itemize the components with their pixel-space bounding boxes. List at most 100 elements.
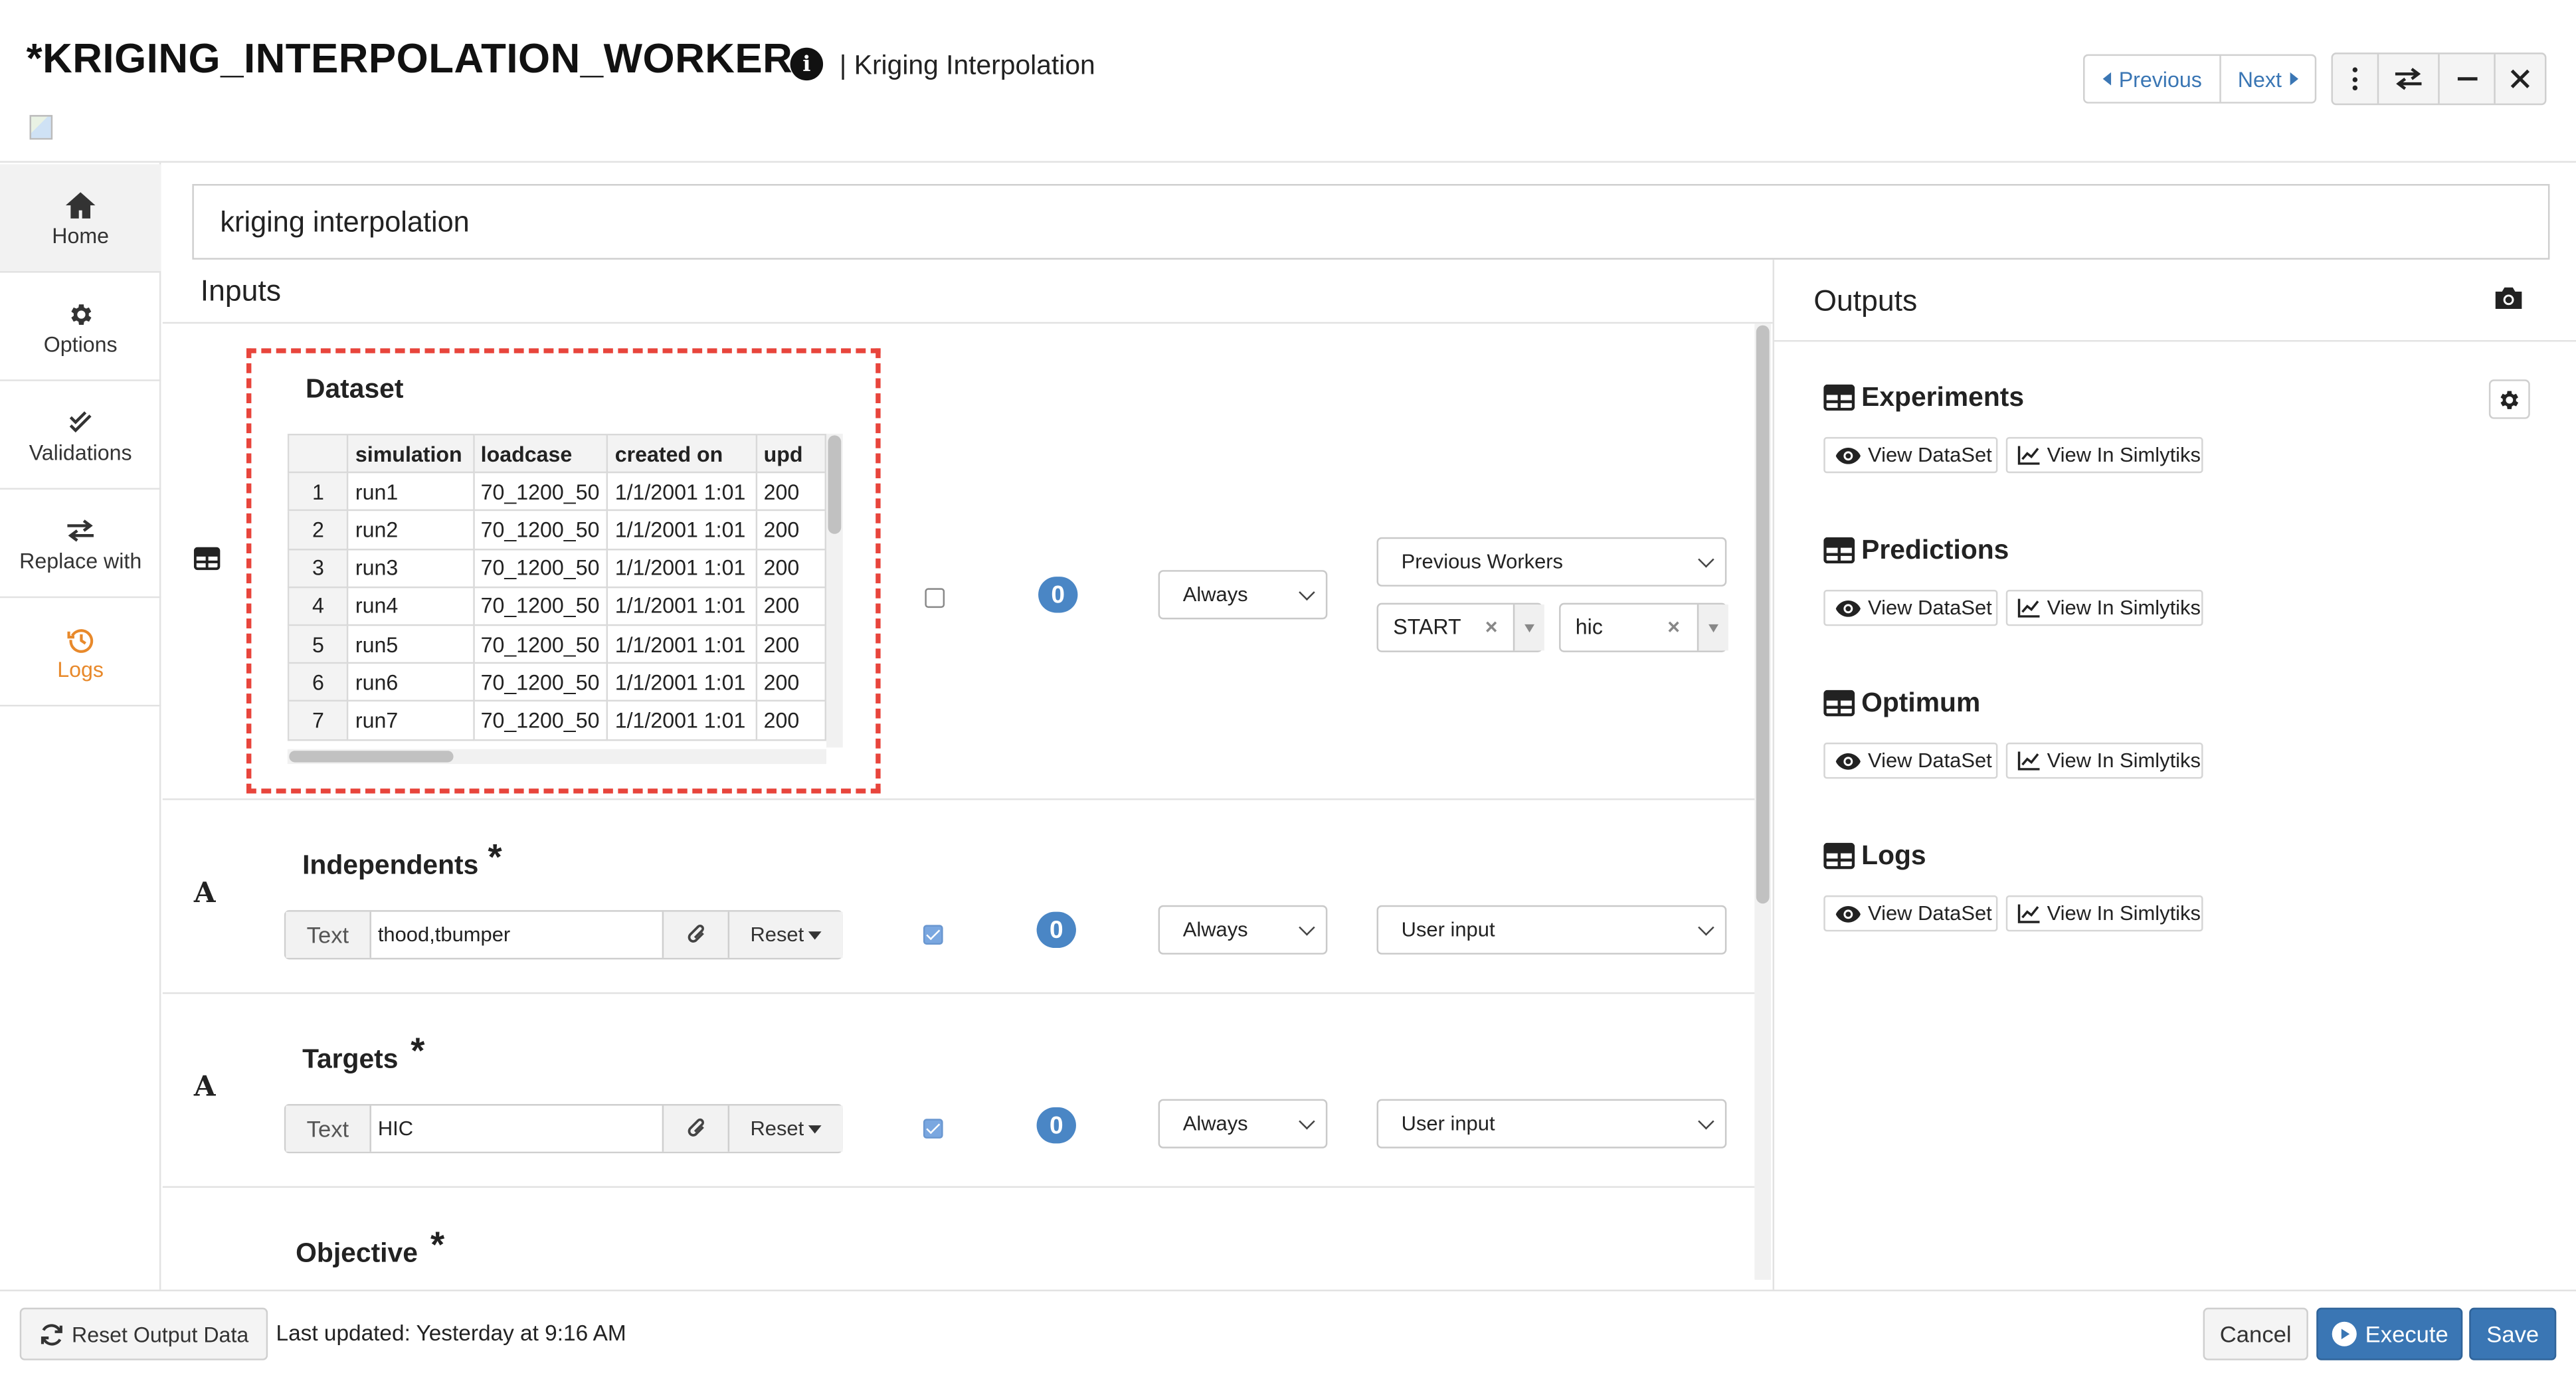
more-options-button[interactable]: [2333, 54, 2377, 104]
table-cell[interactable]: 1/1/2001 1:01: [606, 472, 757, 512]
table-row[interactable]: 7 run7 70_1200_50 1/1/2001 1:01 200: [287, 700, 827, 741]
close-button[interactable]: [2496, 54, 2545, 104]
info-icon[interactable]: i: [790, 47, 824, 81]
attach-button[interactable]: [662, 911, 730, 958]
targets-input[interactable]: HIC: [378, 1117, 413, 1141]
table-cell[interactable]: 200: [755, 509, 827, 550]
view-in-simlytiks-button[interactable]: View In Simlytiks: [2005, 436, 2203, 474]
clear-icon[interactable]: ×: [1667, 614, 1680, 639]
table-cell[interactable]: 1/1/2001 1:01: [606, 700, 757, 741]
table-cell[interactable]: 1/1/2001 1:01: [606, 624, 757, 664]
table-vertical-thumb[interactable]: [828, 435, 842, 534]
history-icon: [66, 628, 92, 652]
worker-tag-select-2[interactable]: hic ×: [1559, 602, 1728, 652]
table-row[interactable]: 2 run2 70_1200_50 1/1/2001 1:01 200: [287, 509, 827, 550]
sidebar-item-logs[interactable]: Logs: [0, 598, 161, 707]
table-row[interactable]: 1 run1 70_1200_50 1/1/2001 1:01 200: [287, 472, 827, 512]
view-dataset-button[interactable]: View DataSet: [1823, 436, 1998, 474]
table-cell[interactable]: 200: [755, 700, 827, 741]
table-cell[interactable]: run3: [347, 547, 474, 588]
dataset-checkbox[interactable]: [925, 588, 945, 608]
targets-source-select[interactable]: User input: [1376, 1099, 1727, 1149]
dataset-table: simulation loadcase created on upd 1 run1…: [287, 433, 827, 741]
independents-mode-select[interactable]: Always: [1158, 905, 1328, 955]
view-in-simlytiks-button[interactable]: View In Simlytiks: [2005, 895, 2203, 932]
execute-label: Execute: [2365, 1321, 2448, 1348]
next-button[interactable]: Next: [2221, 56, 2315, 102]
table-horizontal-thumb[interactable]: [289, 751, 454, 763]
reset-dropdown-button[interactable]: Reset: [727, 1105, 843, 1152]
table-cell[interactable]: 1/1/2001 1:01: [606, 509, 757, 550]
table-cell[interactable]: 200: [755, 472, 827, 512]
dataset-source-select[interactable]: Previous Workers: [1376, 537, 1727, 587]
view-dataset-button[interactable]: View DataSet: [1823, 895, 1998, 932]
sidebar-item-validations[interactable]: Validations: [0, 381, 161, 490]
table-icon: [1823, 690, 1855, 717]
attach-button[interactable]: [662, 1105, 730, 1152]
column-header[interactable]: loadcase: [472, 433, 608, 474]
cancel-button[interactable]: Cancel: [2203, 1307, 2308, 1360]
swap-button[interactable]: [2379, 54, 2438, 104]
view-in-simlytiks-button[interactable]: View In Simlytiks: [2005, 589, 2203, 626]
table-row[interactable]: 4 run4 70_1200_50 1/1/2001 1:01 200: [287, 586, 827, 626]
table-row[interactable]: 3 run3 70_1200_50 1/1/2001 1:01 200: [287, 547, 827, 588]
table-cell[interactable]: 200: [755, 586, 827, 626]
table-cell[interactable]: run5: [347, 624, 474, 664]
table-cell[interactable]: 70_1200_50: [472, 586, 608, 626]
gear-icon: [2500, 390, 2519, 409]
swap-icon: [2395, 68, 2422, 90]
table-icon: [1823, 842, 1855, 870]
clear-icon[interactable]: ×: [1485, 614, 1498, 639]
inputs-scrollbar-thumb[interactable]: [1756, 325, 1770, 904]
tag-dropdown-button[interactable]: [1513, 604, 1544, 651]
table-row[interactable]: 5 run5 70_1200_50 1/1/2001 1:01 200: [287, 624, 827, 664]
table-row[interactable]: 6 run6 70_1200_50 1/1/2001 1:01 200: [287, 662, 827, 702]
view-dataset-button[interactable]: View DataSet: [1823, 589, 1998, 626]
column-header[interactable]: simulation: [347, 433, 474, 474]
reset-output-button[interactable]: Reset Output Data: [19, 1307, 268, 1360]
table-cell[interactable]: 70_1200_50: [472, 624, 608, 664]
targets-checkbox[interactable]: [923, 1119, 943, 1139]
independents-source-select[interactable]: User input: [1376, 905, 1727, 955]
worker-tag-select-1[interactable]: START ×: [1376, 602, 1544, 652]
save-button[interactable]: Save: [2469, 1307, 2557, 1360]
table-cell[interactable]: run6: [347, 662, 474, 702]
minimize-button[interactable]: [2440, 54, 2494, 104]
reset-dropdown-button[interactable]: Reset: [727, 911, 843, 958]
independents-checkbox[interactable]: [923, 925, 943, 945]
execute-button[interactable]: Execute: [2316, 1307, 2463, 1360]
tag-dropdown-button[interactable]: [1697, 604, 1728, 651]
sidebar-item-replace-with[interactable]: Replace with: [0, 490, 161, 599]
table-cell[interactable]: run2: [347, 509, 474, 550]
table-cell[interactable]: 70_1200_50: [472, 700, 608, 741]
view-dataset-button[interactable]: View DataSet: [1823, 742, 1998, 779]
view-in-simlytiks-button[interactable]: View In Simlytiks: [2005, 742, 2203, 779]
sidebar-item-home[interactable]: Home: [0, 164, 161, 273]
independents-input[interactable]: thood,tbumper: [378, 923, 510, 947]
sidebar-item-label: Validations: [29, 440, 132, 465]
table-cell[interactable]: 1/1/2001 1:01: [606, 662, 757, 702]
table-cell[interactable]: run1: [347, 472, 474, 512]
table-cell[interactable]: 70_1200_50: [472, 547, 608, 588]
table-cell[interactable]: run7: [347, 700, 474, 741]
previous-button[interactable]: Previous: [2084, 56, 2219, 102]
column-header[interactable]: created on: [606, 433, 757, 474]
table-cell[interactable]: 1/1/2001 1:01: [606, 586, 757, 626]
description-field[interactable]: kriging interpolation: [192, 183, 2550, 260]
table-cell[interactable]: 70_1200_50: [472, 509, 608, 550]
table-cell[interactable]: 200: [755, 624, 827, 664]
targets-mode-select[interactable]: Always: [1158, 1099, 1328, 1149]
next-label: Next: [2237, 66, 2282, 92]
column-header[interactable]: upd: [755, 433, 827, 474]
sidebar-item-options[interactable]: Options: [0, 273, 161, 381]
outputs-settings-button[interactable]: [2488, 379, 2530, 419]
table-cell[interactable]: 1/1/2001 1:01: [606, 547, 757, 588]
table-cell[interactable]: run4: [347, 586, 474, 626]
paperclip-icon: [688, 924, 704, 943]
dataset-mode-select[interactable]: Always: [1158, 570, 1328, 620]
table-cell[interactable]: 200: [755, 662, 827, 702]
table-cell[interactable]: 70_1200_50: [472, 662, 608, 702]
table-cell[interactable]: 200: [755, 547, 827, 588]
camera-icon[interactable]: [2494, 286, 2524, 310]
table-cell[interactable]: 70_1200_50: [472, 472, 608, 512]
